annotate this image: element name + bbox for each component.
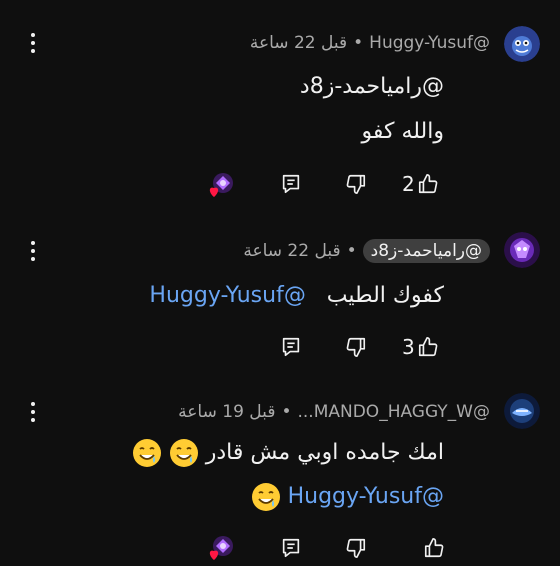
mention-link[interactable]: @Huggy-Yusuf (149, 283, 305, 308)
thumb-up-icon (418, 174, 438, 194)
comment-time: قبل 19 ساعة (178, 402, 276, 422)
comment-line-1: @راميا‌حمد-ز8د (299, 74, 444, 99)
meta-separator: • (281, 402, 292, 422)
comment-meta: @Huggy-Yusuf • قبل 22 ساعة (250, 29, 490, 57)
reply-icon (282, 538, 300, 558)
comment-meta: @راميا‌حمد-ز8د • قبل 22 ساعة (243, 237, 490, 265)
comment-meta: @MANDO_HAGGY_W... • قبل 19 ساعة (178, 398, 490, 426)
creator-heart-icon (207, 171, 233, 197)
meta-separator: • (353, 33, 364, 53)
like-button[interactable]: 3 (402, 333, 439, 361)
thumb-down-icon (346, 337, 366, 357)
dislike-button[interactable] (345, 333, 367, 361)
more-vert-icon[interactable] (26, 239, 40, 263)
reply-button[interactable] (280, 170, 302, 198)
comment-actions (0, 534, 560, 562)
comment-author[interactable]: @MANDO_HAGGY_W... (297, 402, 490, 422)
dislike-button[interactable] (345, 170, 367, 198)
comment-author[interactable]: @راميا‌حمد-ز8د (362, 239, 490, 263)
commenter-avatar[interactable] (504, 393, 540, 429)
like-button[interactable] (423, 534, 445, 562)
like-count: 2 (402, 172, 415, 196)
thumb-down-icon (346, 538, 366, 558)
meta-separator: • (346, 241, 357, 261)
drooling-face-icon (132, 439, 161, 467)
comment-line-1: امك جامده اوبي مش قادر (132, 438, 444, 468)
comment-author[interactable]: @Huggy-Yusuf (369, 33, 490, 53)
more-vert-icon[interactable] (26, 400, 40, 424)
like-count: 3 (402, 335, 415, 359)
reply-icon (282, 337, 300, 357)
comment-line-2: والله كفو (361, 119, 444, 144)
reply-icon (282, 174, 300, 194)
comment-actions: 2 (0, 170, 560, 198)
comment-body: كفوك الطيب @Huggy-Yusuf (149, 281, 444, 311)
more-vert-icon[interactable] (26, 31, 40, 55)
drooling-face-icon (169, 439, 198, 467)
comment-time: قبل 22 ساعة (249, 33, 348, 53)
thumb-up-icon (418, 337, 438, 357)
reply-button[interactable] (280, 534, 302, 562)
comment-actions: 3 (0, 333, 560, 361)
like-button[interactable]: 2 (402, 170, 439, 198)
commenter-avatar[interactable] (504, 26, 540, 62)
dislike-button[interactable] (345, 534, 367, 562)
comment-time: قبل 22 ساعة (243, 241, 341, 261)
reply-button[interactable] (280, 333, 302, 361)
thumb-down-icon (346, 174, 366, 194)
creator-heart-icon (207, 534, 233, 560)
drooling-face-icon (251, 483, 280, 511)
mention-link[interactable]: @Huggy-Yusuf (288, 484, 444, 509)
comment-text: امك جامده اوبي مش قادر (205, 440, 444, 465)
commenter-avatar[interactable] (504, 232, 540, 268)
comment-text: كفوك الطيب (326, 283, 444, 308)
comment-line-2: @Huggy-Yusuf (251, 482, 444, 512)
thumb-up-icon (424, 538, 444, 558)
